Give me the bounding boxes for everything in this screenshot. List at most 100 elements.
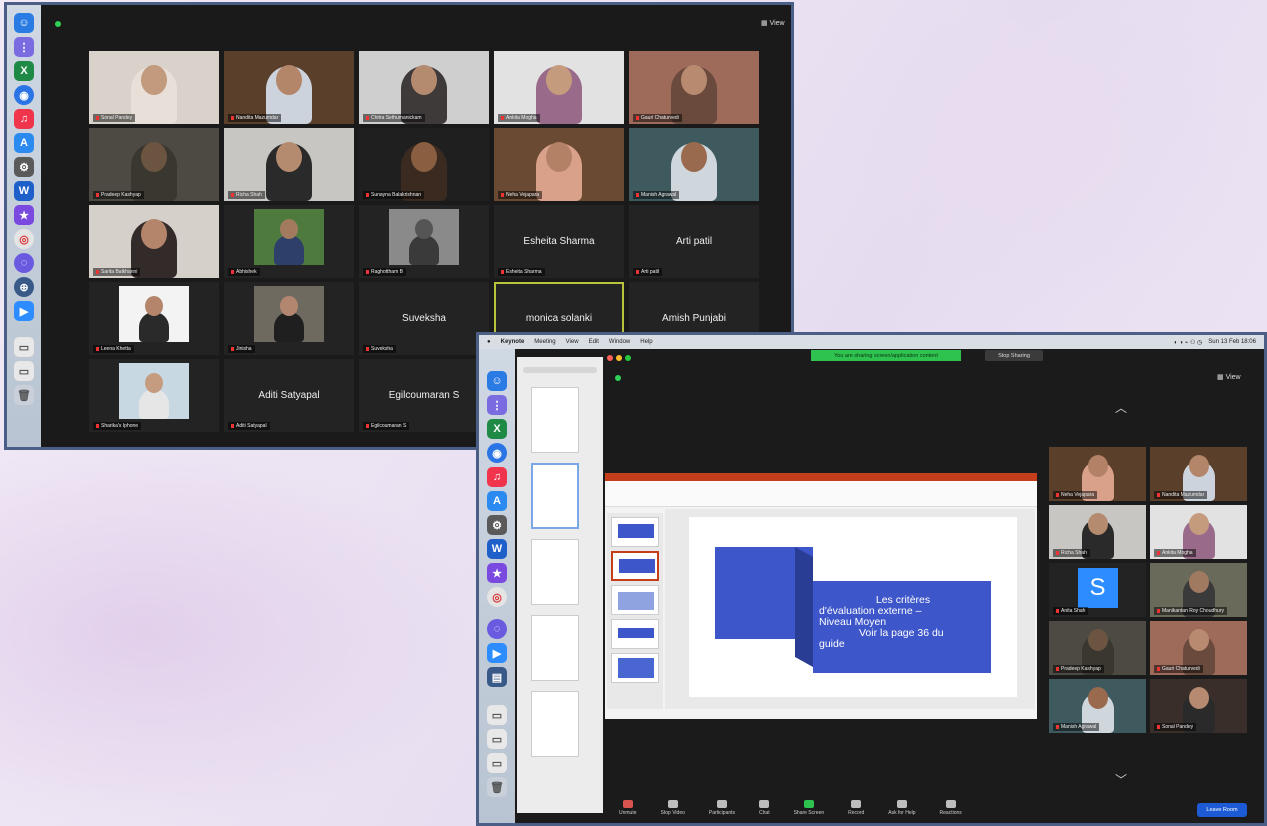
menu-meeting[interactable]: Meeting [534,339,555,345]
participant-tile-richa-shah[interactable]: Richa Shah [1049,505,1146,559]
zoom-icon[interactable]: ▶ [14,301,34,321]
participant-tile-leena-khetta[interactable]: Leena Khetta [89,282,219,355]
minimize-window-icon[interactable] [616,355,622,361]
safari-icon[interactable]: ◉ [14,85,34,105]
star-app-icon[interactable]: ★ [487,563,507,583]
keynote-icon[interactable]: ▤ [487,667,507,687]
music-icon[interactable]: ♫ [487,467,507,487]
document-icon[interactable]: ▭ [487,753,507,773]
current-slide[interactable]: Les critères d'évaluation externe – Nive… [689,517,1017,697]
document-icon[interactable]: ▭ [14,337,34,357]
participant-tile-richa-shah[interactable]: Richa Shah [224,128,354,201]
participant-tile-sonal-pandey[interactable]: Sonal Pandey [89,51,219,124]
powerpoint-ribbon[interactable] [605,481,1037,507]
participant-tile-neha-vejapara[interactable]: Neha Vejapara [494,128,624,201]
menu-help[interactable]: Help [640,339,652,345]
zoom-icon[interactable]: ▶ [487,643,507,663]
participant-tile-manikantan-roy-choudhury[interactable]: Manikantan Roy Choudhury [1150,563,1247,617]
document-icon[interactable]: ▭ [487,705,507,725]
settings-icon[interactable]: ⚙ [487,515,507,535]
toolbar-participants-button[interactable]: Participants [709,800,735,816]
menu-keynote[interactable]: Keynote [501,339,525,345]
menu-edit[interactable]: Edit [589,339,599,345]
toolbar-stop-video-button[interactable]: Stop Video [661,800,685,816]
sidebar-search[interactable] [523,367,597,373]
slide-thumbnail[interactable] [611,653,659,683]
siri-icon[interactable]: ◌ [14,253,34,273]
participant-tile-ankita-mogha[interactable]: Ankita Mogha [494,51,624,124]
participant-tile-sonal-pandey[interactable]: Sonal Pandey [1150,679,1247,733]
participant-tile-anita-shah[interactable]: S Anita Shah [1049,563,1146,617]
trash-icon[interactable]: 🗑 [14,385,34,405]
toolbar-ask-for-help-button[interactable]: Ask for Help [888,800,916,816]
participant-tile-manish-agrawal[interactable]: Manish Agrawal [1049,679,1146,733]
app-store-icon[interactable]: A [14,133,34,153]
toolbar-unmute-button[interactable]: Unmute [619,800,637,816]
participant-tile-esheita-sharma[interactable]: Esheita Sharma Esheita Sharma [494,205,624,278]
network-icon[interactable]: ⊕ [14,277,34,297]
participant-tile-nandita-mazumdar[interactable]: Nandita Mazumdar [1150,447,1247,501]
excel-icon[interactable]: X [14,61,34,81]
participant-tile-abhishek[interactable]: Abhishek [224,205,354,278]
launchpad-icon[interactable]: ⋮ [14,37,34,57]
status-icons[interactable]: ◐ ◑ ⌁ ⚇ ◷ [1174,339,1202,346]
participant-tile-aditi-satyapal[interactable]: Aditi Satyapal Aditi Satyapal [224,359,354,432]
launchpad-icon[interactable]: ⋮ [487,395,507,415]
view-button[interactable]: ▦ View [761,19,785,27]
participant-tile-neha-vejapara[interactable]: Neha Vejapara [1049,447,1146,501]
menu-window[interactable]: Window [609,339,630,345]
siri-icon[interactable]: ◌ [487,619,507,639]
participant-tile-raghottham-b[interactable]: Raghottham B [359,205,489,278]
maximize-window-icon[interactable] [625,355,631,361]
participant-tile-sarita-balkhanni[interactable]: Sarita Balkhanni [89,205,219,278]
toolbar-chat-button[interactable]: Chat [759,800,770,816]
settings-icon[interactable]: ⚙ [14,157,34,177]
leave-room-button[interactable]: Leave Room [1197,803,1247,817]
toolbar-record-button[interactable]: Record [848,800,864,816]
slide-thumbnail[interactable] [611,619,659,649]
finder-icon[interactable]: ☺ [487,371,507,391]
chrome-icon[interactable]: ◎ [487,587,507,607]
participant-tile-gauri-chaturvedi[interactable]: Gauri Chaturvedi [629,51,759,124]
page-thumbnail[interactable] [531,463,579,529]
participant-tile-chitra-sethumanickam[interactable]: Chitra Sethumanickam [359,51,489,124]
star-app-icon[interactable]: ★ [14,205,34,225]
participant-tile-ankita-mogha[interactable]: Ankita Mogha [1150,505,1247,559]
app-store-icon[interactable]: A [487,491,507,511]
chevron-down-icon[interactable]: ﹀ [1115,771,1127,788]
safari-icon[interactable]: ◉ [487,443,507,463]
participant-tile-nandita-mazumdar[interactable]: Nandita Mazumdar [224,51,354,124]
apple-icon[interactable]: ● [487,339,491,345]
document-icon[interactable]: ▭ [487,729,507,749]
page-thumbnail[interactable] [531,615,579,681]
word-icon[interactable]: W [487,539,507,559]
participant-tile-arti-patil[interactable]: Arti patil Arti patil [629,205,759,278]
slide-thumbnail-selected[interactable] [611,551,659,581]
page-thumbnail[interactable] [531,387,579,453]
participant-tile-sunayna-balakrishnan[interactable]: Sunayna Balakrishnan [359,128,489,201]
participant-tile-manish-agrawal[interactable]: Manish Agrawal [629,128,759,201]
view-button[interactable]: ▦ View [1217,373,1241,381]
document-icon[interactable]: ▭ [14,361,34,381]
page-thumbnail[interactable] [531,539,579,605]
participant-tile-egilcoumaran-s[interactable]: Egilcoumaran S Egilcoumaran S [359,359,489,432]
toolbar-share-screen-button[interactable]: Share Screen [794,800,824,816]
participant-tile-sharika-s-iphone[interactable]: Sharika's Iphone [89,359,219,432]
trash-icon[interactable]: 🗑 [487,777,507,797]
page-thumbnail[interactable] [531,691,579,757]
chrome-icon[interactable]: ◎ [14,229,34,249]
finder-icon[interactable]: ☺ [14,13,34,33]
participant-tile-jinisha[interactable]: Jinisha [224,282,354,355]
participant-tile-pradeep-kashyap[interactable]: Pradeep Kashyap [89,128,219,201]
slide-thumbnail[interactable] [611,585,659,615]
music-icon[interactable]: ♫ [14,109,34,129]
participant-tile-gauri-chaturvedi[interactable]: Gauri Chaturvedi [1150,621,1247,675]
toolbar-reactions-button[interactable]: Reactions [940,800,962,816]
word-icon[interactable]: W [14,181,34,201]
menubar-clock[interactable]: Sun 13 Feb 18:06 [1208,339,1256,346]
participant-tile-pradeep-kashyap[interactable]: Pradeep Kashyap [1049,621,1146,675]
stop-sharing-button[interactable]: Stop Sharing [985,350,1043,361]
excel-icon[interactable]: X [487,419,507,439]
chevron-up-icon[interactable]: ︿ [1115,399,1127,416]
close-window-icon[interactable] [607,355,613,361]
